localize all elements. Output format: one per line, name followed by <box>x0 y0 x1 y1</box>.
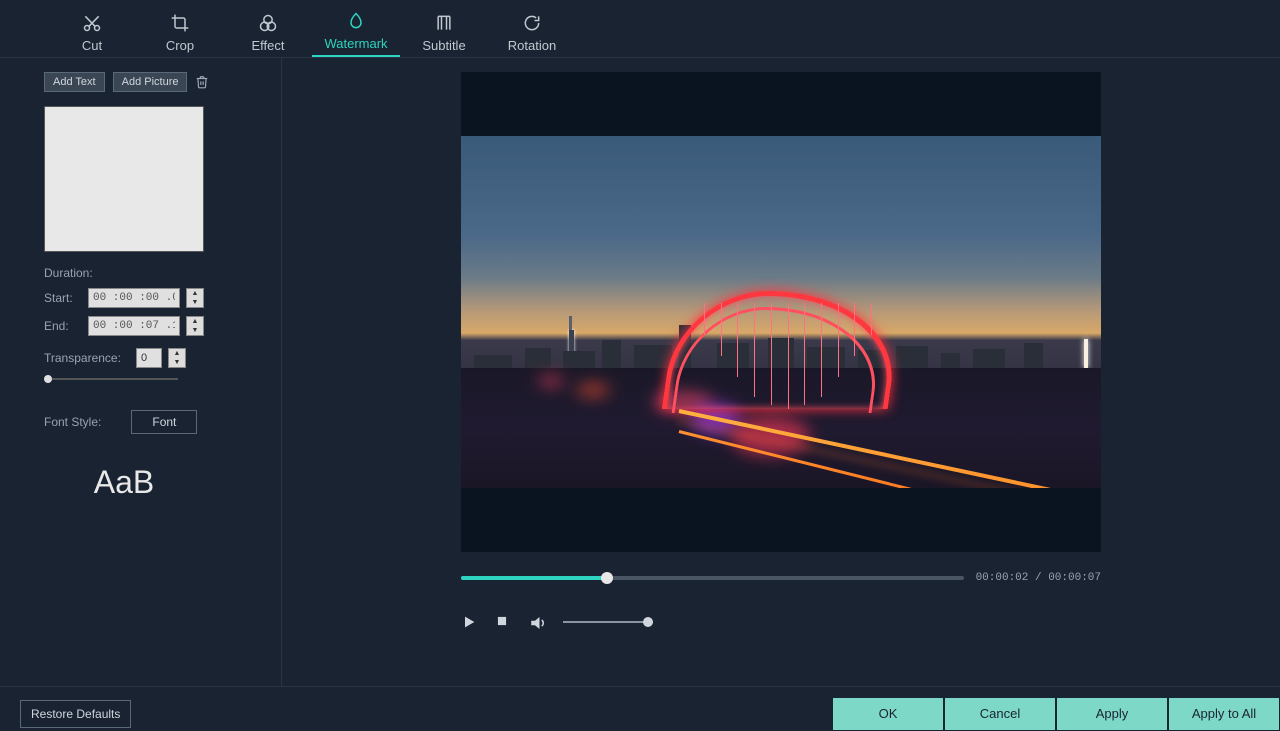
tab-crop[interactable]: Crop <box>136 12 224 57</box>
crop-icon <box>169 12 191 34</box>
transparence-slider[interactable] <box>44 378 178 380</box>
start-time-input[interactable] <box>88 288 180 308</box>
cancel-button[interactable]: Cancel <box>944 697 1056 731</box>
editor-tabs: Cut Crop Effect Watermark Subtitle Rotat… <box>0 0 1280 58</box>
start-time-spinner[interactable]: ▲▼ <box>186 288 204 308</box>
tab-cut[interactable]: Cut <box>48 12 136 57</box>
tab-subtitle[interactable]: Subtitle <box>400 12 488 57</box>
ok-button[interactable]: OK <box>832 697 944 731</box>
tab-watermark-label: Watermark <box>324 36 387 51</box>
volume-icon[interactable] <box>529 614 545 630</box>
tab-rotation[interactable]: Rotation <box>488 12 576 57</box>
tab-effect[interactable]: Effect <box>224 12 312 57</box>
end-time-spinner[interactable]: ▲▼ <box>186 316 204 336</box>
font-style-label: Font Style: <box>44 415 101 429</box>
tab-watermark[interactable]: Watermark <box>312 10 400 57</box>
tab-subtitle-label: Subtitle <box>422 38 465 53</box>
end-time-input[interactable] <box>88 316 180 336</box>
add-picture-button[interactable]: Add Picture <box>113 72 188 92</box>
apply-to-all-button[interactable]: Apply to All <box>1168 697 1280 731</box>
transparence-input[interactable] <box>136 348 162 368</box>
font-preview: AaB <box>44 464 204 501</box>
video-preview <box>461 72 1101 552</box>
tab-rotation-label: Rotation <box>508 38 556 53</box>
rotation-icon <box>521 12 543 34</box>
footer: Restore Defaults OK Cancel Apply Apply t… <box>0 686 1280 720</box>
effect-icon <box>257 12 279 34</box>
transparence-label: Transparence: <box>44 351 130 365</box>
watermark-icon <box>345 10 367 32</box>
volume-slider[interactable] <box>563 621 653 623</box>
start-label: Start: <box>44 291 82 305</box>
watermark-panel: Add Text Add Picture Duration: Start: ▲▼… <box>0 58 282 686</box>
end-label: End: <box>44 319 82 333</box>
watermark-text-input[interactable] <box>44 106 204 252</box>
delete-icon[interactable] <box>195 74 211 90</box>
subtitle-icon <box>433 12 455 34</box>
tab-crop-label: Crop <box>166 38 194 53</box>
transparence-spinner[interactable]: ▲▼ <box>168 348 186 368</box>
add-text-button[interactable]: Add Text <box>44 72 105 92</box>
play-button[interactable] <box>461 614 477 630</box>
tab-cut-label: Cut <box>82 38 102 53</box>
font-button[interactable]: Font <box>131 410 197 434</box>
restore-defaults-button[interactable]: Restore Defaults <box>20 700 131 728</box>
timeline-slider[interactable] <box>461 576 964 580</box>
time-display: 00:00:02 / 00:00:07 <box>976 572 1101 584</box>
cut-icon <box>81 12 103 34</box>
apply-button[interactable]: Apply <box>1056 697 1168 731</box>
duration-label: Duration: <box>44 266 237 280</box>
preview-area: 00:00:02 / 00:00:07 <box>282 58 1280 686</box>
tab-effect-label: Effect <box>251 38 284 53</box>
stop-button[interactable] <box>495 614 511 630</box>
